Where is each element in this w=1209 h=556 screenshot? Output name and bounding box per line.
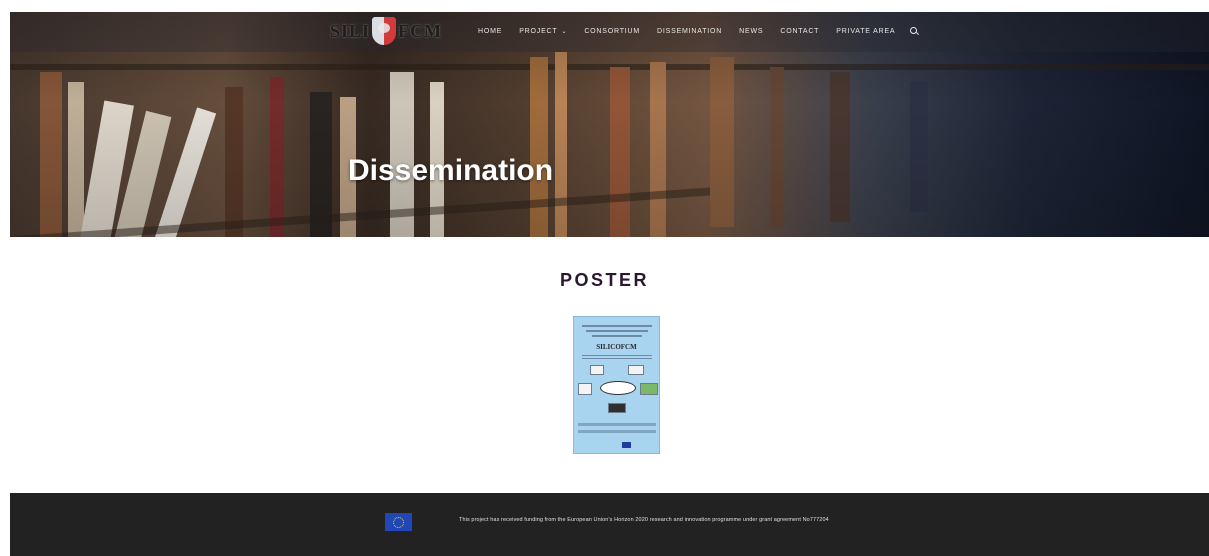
main-nav: HOME PROJECT ⌄ CONSORTIUM DISSEMINATION N… — [478, 24, 919, 38]
nav-label: NEWS — [739, 27, 764, 35]
poster-text-line — [582, 325, 652, 327]
poster-image[interactable]: SILICOFCM — [573, 316, 660, 454]
hero-banner: SILI FCM HOME PROJECT ⌄ CONSORTIUM DISSEM… — [10, 12, 1209, 237]
nav-label: CONTACT — [780, 27, 820, 35]
nav-news[interactable]: NEWS — [739, 28, 763, 35]
nav-label: HOME — [478, 27, 503, 35]
poster-figure — [628, 365, 644, 375]
nav-label: PRIVATE AREA — [836, 27, 896, 35]
nav-project[interactable]: PROJECT ⌄ — [519, 28, 567, 35]
site-footer: This project has received funding from t… — [10, 493, 1209, 556]
nav-home[interactable]: HOME — [478, 28, 502, 35]
poster-logo: SILICOFCM — [596, 343, 637, 351]
nav-private-area[interactable]: PRIVATE AREA — [836, 28, 895, 35]
logo-text-left: SILI — [330, 20, 371, 41]
funding-text: This project has received funding from t… — [459, 517, 829, 523]
poster-figure — [640, 383, 658, 395]
site-logo[interactable]: SILI FCM — [330, 16, 442, 46]
eu-flag-icon — [385, 513, 412, 531]
shield-icon — [372, 17, 397, 45]
poster-text-line — [582, 355, 652, 356]
nav-contact[interactable]: CONTACT — [780, 28, 819, 35]
poster-text-line — [592, 335, 642, 337]
page-title: Dissemination — [348, 154, 554, 187]
nav-consortium[interactable]: CONSORTIUM — [584, 28, 640, 35]
nav-label: CONSORTIUM — [584, 27, 641, 35]
nav-label: DISSEMINATION — [657, 27, 723, 35]
logo-text-right: FCM — [398, 20, 443, 41]
section-heading: POSTER — [559, 270, 649, 290]
poster-figure — [590, 365, 604, 375]
poster-figure — [608, 403, 626, 413]
search-icon[interactable] — [910, 26, 919, 36]
poster-text-line — [586, 330, 648, 332]
poster-eu-flag — [622, 442, 631, 448]
nav-label: PROJECT — [519, 27, 558, 35]
poster-logo-row — [578, 423, 656, 426]
poster-figure — [578, 383, 592, 395]
nav-dissemination[interactable]: DISSEMINATION — [657, 28, 722, 35]
poster-center-oval — [600, 381, 636, 395]
poster-text-line — [582, 358, 652, 359]
chevron-down-icon: ⌄ — [561, 28, 568, 35]
poster-logo-row — [578, 430, 656, 433]
